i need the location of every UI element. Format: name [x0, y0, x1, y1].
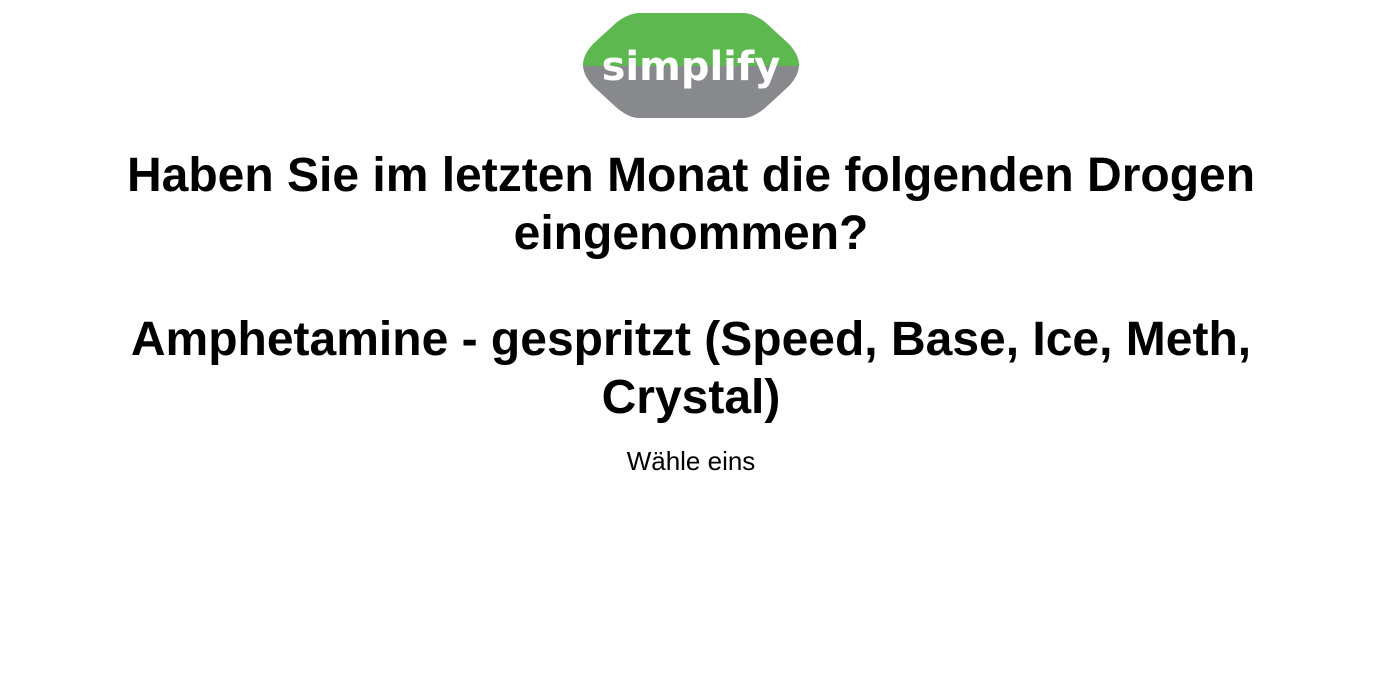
question-title: Haben Sie im letzten Monat die folgenden… [126, 149, 1256, 260]
choose-one-hint: Wähle eins [626, 446, 756, 476]
simplify-logo: simplify [583, 10, 799, 120]
survey-page: simplify Haben Sie im letzten Monat die … [0, 0, 1382, 683]
substance-title: Amphetamine - gespritzt (Speed, Base, Ic… [130, 313, 1252, 424]
svg-text:simplify: simplify [602, 44, 781, 90]
